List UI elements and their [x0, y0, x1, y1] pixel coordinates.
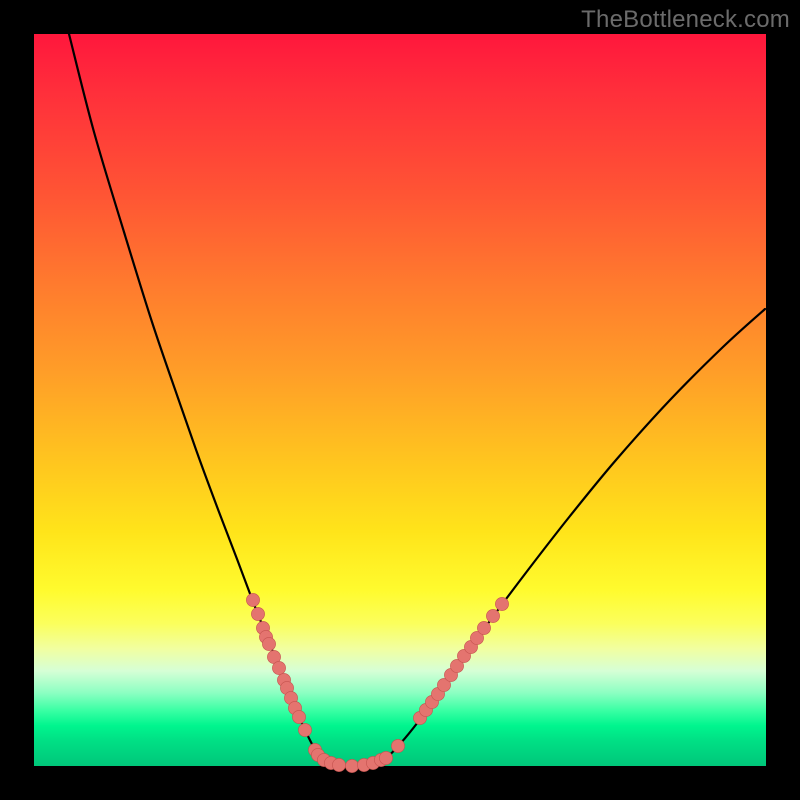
data-dot	[262, 637, 275, 650]
data-dot	[495, 597, 508, 610]
data-dots	[246, 593, 508, 772]
data-dot	[292, 710, 305, 723]
data-dot	[251, 607, 264, 620]
curve-group	[69, 34, 765, 766]
data-dot	[391, 739, 404, 752]
data-dot	[486, 609, 499, 622]
watermark-text: TheBottleneck.com	[581, 6, 790, 34]
plot-area	[34, 34, 766, 766]
data-dot	[272, 661, 285, 674]
data-dot	[477, 621, 490, 634]
chart-svg	[34, 34, 766, 766]
data-dot	[379, 751, 392, 764]
data-dot	[345, 759, 358, 772]
bottleneck-curve	[69, 34, 765, 766]
data-dot	[246, 593, 259, 606]
chart-frame: TheBottleneck.com	[0, 0, 800, 800]
data-dot	[332, 758, 345, 771]
data-dot	[298, 723, 311, 736]
